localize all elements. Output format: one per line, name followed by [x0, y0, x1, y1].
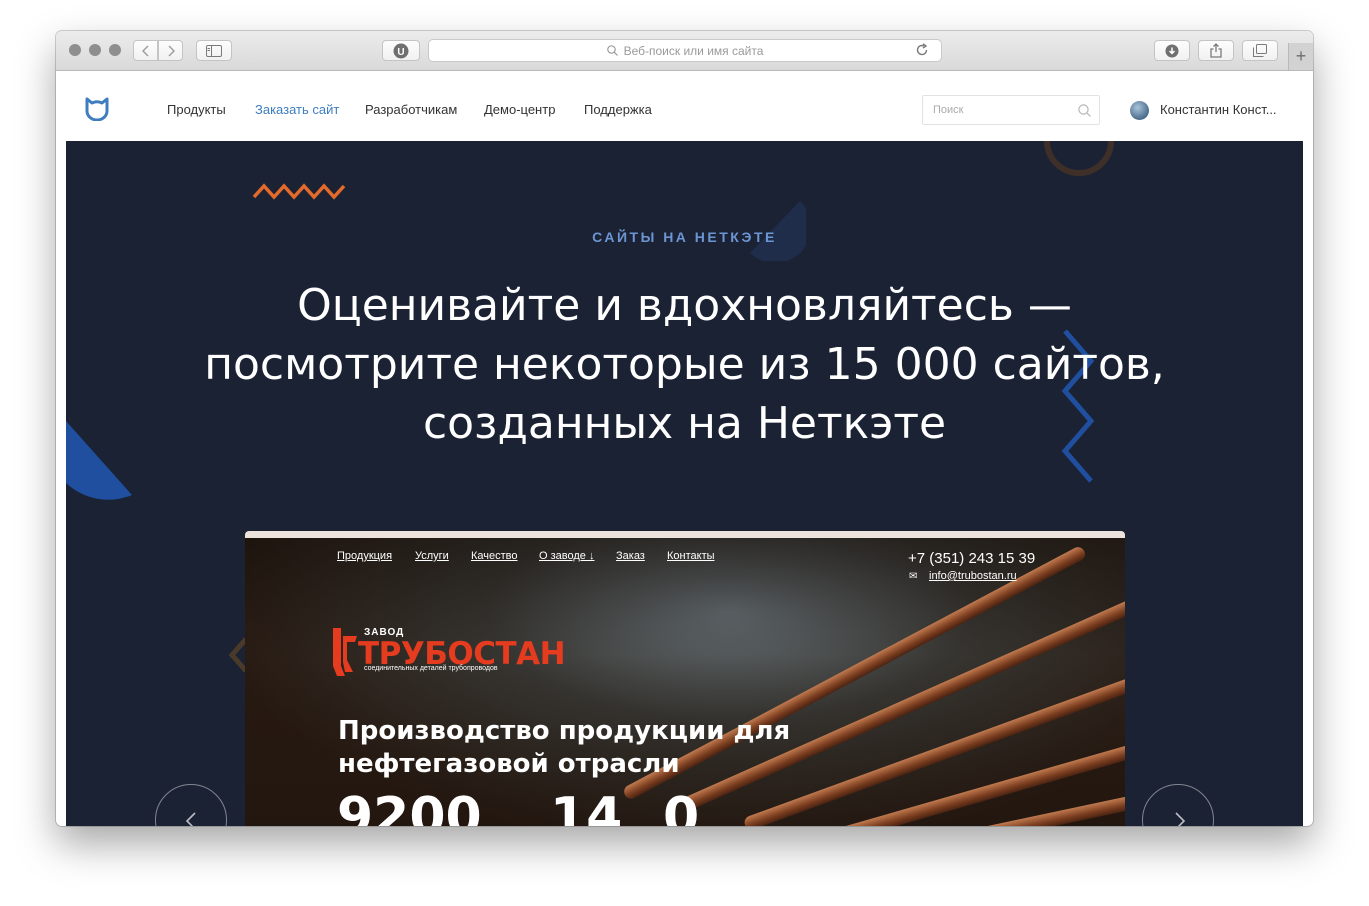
site-header: Продукты Заказать сайт Разработчикам Дем… [66, 71, 1303, 142]
showcase-nav-item: Услуги [415, 550, 449, 562]
nav-item-support[interactable]: Поддержка [584, 102, 652, 117]
user-avatar[interactable] [1130, 101, 1149, 120]
forward-button[interactable] [158, 40, 183, 61]
back-button[interactable] [133, 40, 158, 61]
hero-headline: Оценивайте и вдохновляйтесь — посмотрите… [186, 276, 1183, 453]
nav-item-developers[interactable]: Разработчикам [365, 102, 457, 117]
hero-headline-line: посмотрите некоторые из 15 000 сайтов, [204, 339, 1165, 390]
hero-headline-line: созданных на Неткэте [422, 398, 947, 449]
sidebar-icon [206, 44, 222, 57]
showcase-email: info@trubostan.ru [929, 570, 1017, 582]
new-tab-button[interactable]: + [1288, 43, 1313, 70]
showcase-stat-number: 9200 [337, 787, 482, 826]
zigzag-orange-decoration [252, 183, 346, 200]
showcase-logo-subtitle: соединительных деталей трубопроводов [364, 665, 498, 672]
showcase-phone: +7 (351) 243 15 39 [908, 550, 1036, 567]
nav-item-demo-center[interactable]: Демо-центр [484, 102, 555, 117]
download-icon [1165, 44, 1179, 57]
mail-icon: ✉ [909, 571, 918, 582]
showcase-nav-item: Качество [471, 550, 518, 562]
trubostan-logo-mark-icon [333, 628, 357, 676]
chevron-left-icon [185, 812, 196, 826]
svg-text:U: U [397, 47, 404, 58]
carousel-next-button[interactable] [1142, 784, 1214, 826]
tabs-icon [1253, 44, 1267, 57]
showcase-nav-item: Контакты [667, 550, 715, 562]
extension-button[interactable]: U [382, 40, 420, 61]
nav-item-order-site[interactable]: Заказать сайт [255, 102, 339, 117]
chevron-left-icon [141, 45, 148, 56]
showcase-nav-item: Продукция [337, 550, 393, 562]
netcat-logo-icon[interactable] [83, 97, 111, 121]
user-name[interactable]: Константин Конст... [1160, 102, 1277, 117]
address-placeholder: Веб-поиск или имя сайта [623, 43, 764, 58]
sidebar-toggle-button[interactable] [196, 40, 232, 61]
showcase-title: Производство продукции для нефтегазовой … [338, 715, 838, 781]
hero-section: САЙТЫ НА НЕТКЭТЕ Оценивайте и вдохновляй… [66, 141, 1303, 826]
ring-brown-decoration [1044, 141, 1114, 176]
chevron-right-icon [168, 45, 175, 56]
showcase-site-preview[interactable]: Продукция Услуги Качество О заводе ↓ Зак… [245, 531, 1125, 826]
share-icon [1210, 43, 1222, 58]
carousel-prev-button[interactable] [155, 784, 227, 826]
share-button[interactable] [1198, 40, 1234, 61]
site-search-input[interactable]: Поиск [922, 95, 1100, 125]
chevron-right-icon [1175, 812, 1186, 826]
reload-icon[interactable] [915, 43, 929, 57]
zoom-window-button[interactable] [109, 44, 121, 56]
address-bar[interactable]: Веб-поиск или имя сайта [428, 39, 942, 62]
nav-item-products[interactable]: Продукты [167, 102, 226, 117]
search-icon[interactable] [1078, 104, 1091, 117]
showcase-nav-item: Заказ [616, 550, 645, 562]
plus-icon: + [1295, 46, 1307, 66]
search-icon [606, 45, 618, 56]
showcase-stat-number: 0 [663, 787, 700, 826]
extension-u-icon: U [393, 43, 409, 58]
browser-window: U Веб-поиск или имя сайта + Продукты Зак… [56, 31, 1313, 826]
hero-headline-line: Оценивайте и вдохновляйтесь — [297, 280, 1072, 331]
quarter-circle-blue-decoration [66, 421, 132, 500]
web-page: Продукты Заказать сайт Разработчикам Дем… [66, 71, 1303, 826]
showcase-nav-item: О заводе ↓ [539, 550, 595, 562]
downloads-button[interactable] [1154, 40, 1190, 61]
hero-eyebrow: САЙТЫ НА НЕТКЭТЕ [592, 229, 777, 245]
browser-toolbar: U Веб-поиск или имя сайта + [56, 31, 1313, 71]
showcase-title-line: нефтегазовой отрасли [338, 749, 680, 779]
tabs-overview-button[interactable] [1242, 40, 1278, 61]
showcase-stat-number: 14 [550, 787, 623, 826]
minimize-window-button[interactable] [89, 44, 101, 56]
showcase-title-line: Производство продукции для [338, 716, 791, 746]
close-window-button[interactable] [69, 44, 81, 56]
